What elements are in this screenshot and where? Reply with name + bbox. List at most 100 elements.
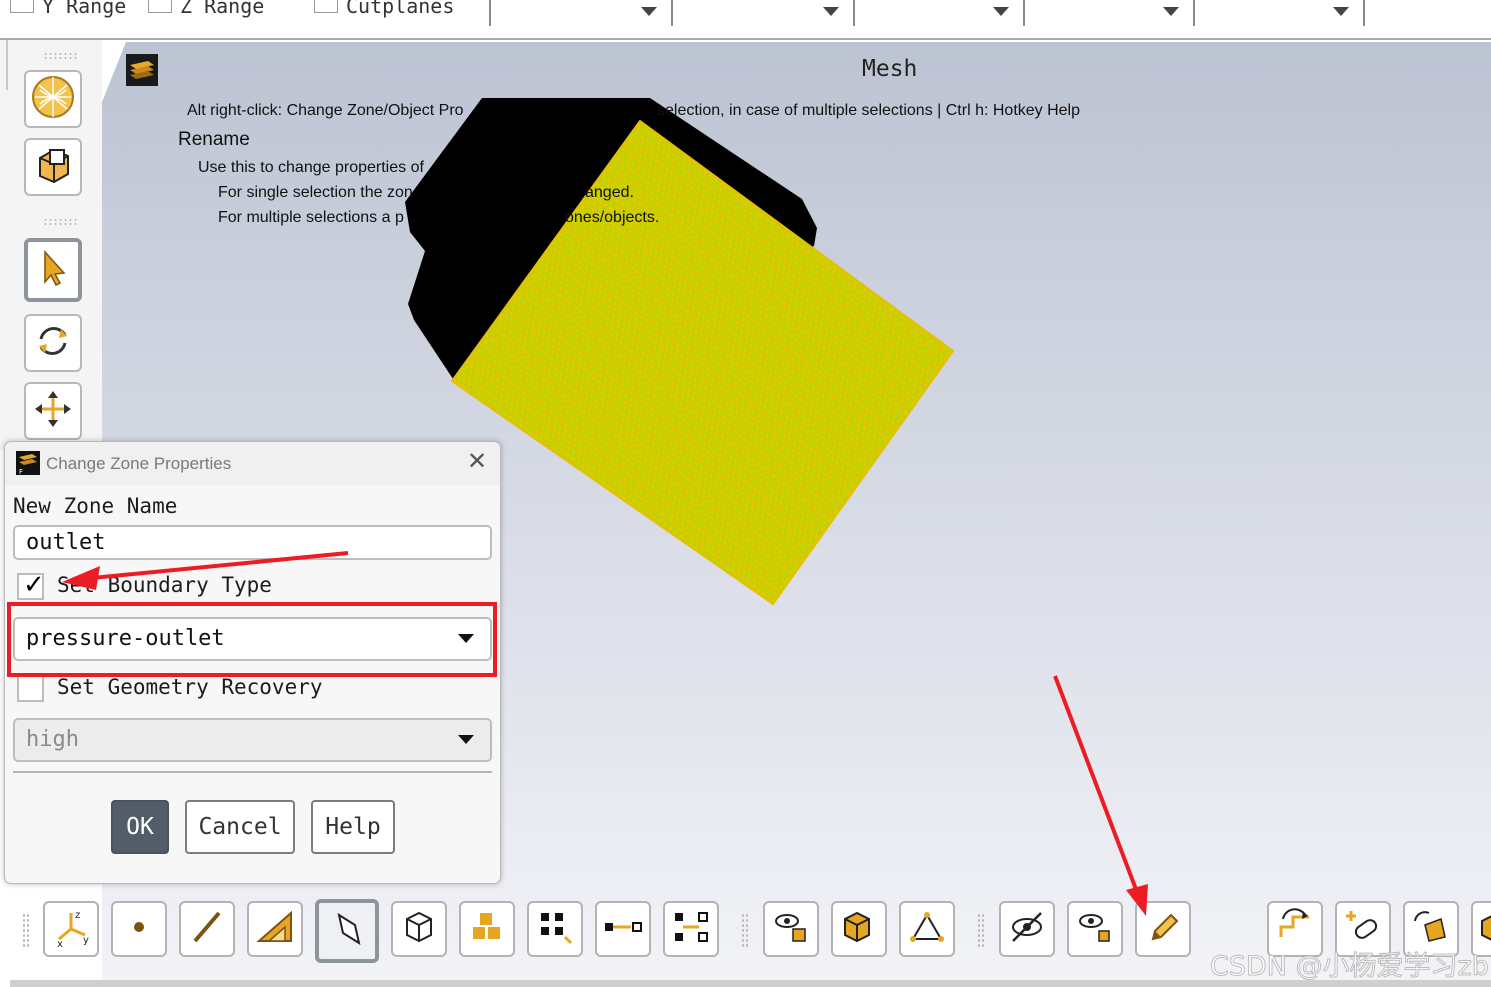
multi-cell-icon (467, 907, 507, 952)
geometry-recovery-select[interactable]: high (13, 718, 492, 762)
show-hide-icon (771, 907, 811, 952)
annotation-highlight-box (7, 602, 497, 677)
view-dropdown-1[interactable] (489, 0, 673, 26)
toolbar-grip[interactable] (741, 913, 749, 947)
axis-triad-icon: z y x (51, 907, 91, 952)
toolbar-grip[interactable] (43, 218, 77, 226)
mesh-display-button[interactable] (24, 70, 82, 128)
toolbar-edge (0, 40, 8, 90)
cutplanes-label: Cutplanes (346, 0, 455, 18)
view-dropdown-4[interactable] (1023, 0, 1195, 26)
svg-text:z: z (75, 910, 80, 921)
chevron-down-icon (993, 7, 1009, 16)
change-zone-properties-dialog: F Change Zone Properties ✕ New Zone Name… (4, 441, 501, 884)
point-select-button[interactable] (111, 901, 167, 957)
tooltip-line-1: Use this to change properties of (198, 159, 424, 176)
face-select-icon (255, 907, 295, 952)
node-select-icon (535, 907, 575, 952)
zone-select-icon (327, 909, 367, 954)
geometry-recovery-value: high (26, 727, 79, 752)
chevron-down-icon (1333, 7, 1349, 16)
select-pointer-button[interactable] (24, 238, 82, 302)
chevron-down-icon (823, 7, 839, 16)
close-icon[interactable]: ✕ (465, 450, 489, 474)
hotkey-hint-start: Alt right-click: Change Zone/Object Pro (187, 102, 464, 119)
tooltip-line-2b: anged. (585, 184, 634, 201)
toolbar-grip[interactable] (977, 913, 985, 947)
svg-text:y: y (83, 935, 89, 946)
toolbar-grip[interactable] (22, 913, 30, 947)
connect-select-icon (671, 907, 711, 952)
chevron-down-icon (641, 7, 657, 16)
cell-select-icon (399, 907, 439, 952)
checkbox-box[interactable] (10, 0, 34, 13)
left-toolbar (0, 40, 102, 450)
edge-select-icon (187, 907, 227, 952)
hide-button[interactable] (999, 901, 1055, 957)
axis-triad-button[interactable]: z y x (43, 901, 99, 957)
chevron-down-icon (1163, 7, 1179, 16)
z-range-checkbox[interactable]: Z Range (148, 0, 264, 18)
checkbox-box[interactable] (148, 0, 172, 13)
multi-cell-button[interactable] (459, 901, 515, 957)
svg-text:F: F (19, 468, 23, 475)
path-select-icon (603, 907, 643, 952)
checkbox-box[interactable] (314, 0, 338, 13)
face-select-button[interactable] (247, 901, 303, 957)
cutplanes-checkbox[interactable]: Cutplanes (314, 0, 454, 18)
chevron-down-icon (458, 735, 474, 744)
hotkey-hint-end: selection, in case of multiple selection… (657, 102, 1081, 119)
zone-select-button[interactable] (315, 899, 379, 963)
dialog-divider (13, 771, 492, 773)
view-dropdown-5[interactable] (1193, 0, 1365, 26)
mesh-sphere-icon (30, 74, 76, 125)
geometry-recovery-label: Set Geometry Recovery (57, 675, 323, 699)
edge-select-button[interactable] (179, 901, 235, 957)
point-select-icon (119, 907, 159, 952)
dialog-title: Change Zone Properties (46, 454, 232, 473)
dialog-title-bar[interactable]: F Change Zone Properties ✕ (5, 442, 500, 486)
help-button[interactable]: Help (311, 800, 395, 854)
pan-button[interactable] (24, 382, 82, 440)
top-toolbar: Y Range Z Range Cutplanes (0, 0, 1491, 40)
show-icon (1075, 907, 1115, 952)
z-range-label: Z Range (180, 0, 265, 18)
node-select-button[interactable] (527, 901, 583, 957)
pan-icon (33, 389, 73, 434)
svg-text:x: x (57, 939, 63, 947)
tooltip-heading: Rename (178, 129, 250, 150)
view-dropdown-2[interactable] (671, 0, 855, 26)
edit-properties-button[interactable] (1135, 901, 1191, 957)
tooltip-line-3a: For multiple selections a p (218, 209, 404, 226)
zone-name-label: New Zone Name (13, 494, 178, 518)
vertex-view-button[interactable] (899, 901, 955, 957)
hide-icon (1007, 907, 1047, 952)
watermark-text: CSDN @小杨爱学习zb (1210, 951, 1490, 983)
rotate-icon (33, 321, 73, 366)
object-view-icon (839, 907, 879, 952)
view-dropdown-3[interactable] (853, 0, 1025, 26)
box-view-button[interactable] (24, 138, 82, 196)
toolbar-grip[interactable] (43, 52, 77, 60)
rotate-button[interactable] (24, 314, 82, 372)
ok-button[interactable]: OK (111, 800, 169, 854)
show-button[interactable] (1067, 901, 1123, 957)
tooltip-line-3b: ones/objects. (565, 209, 660, 226)
edit-pencil-icon (1143, 907, 1183, 952)
tooltip-line-2a: For single selection the zon (218, 184, 413, 201)
vertex-view-icon (907, 907, 947, 952)
path-select-button[interactable] (595, 901, 651, 957)
select-pointer-icon (37, 249, 69, 292)
connect-select-button[interactable] (663, 901, 719, 957)
cancel-button[interactable]: Cancel (185, 800, 295, 854)
y-range-checkbox[interactable]: Y Range (10, 0, 126, 18)
checkmark-icon: ✓ (23, 570, 45, 600)
box-view-icon (32, 144, 74, 191)
show-hide-button[interactable] (763, 901, 819, 957)
y-range-label: Y Range (42, 0, 127, 18)
geometry-recovery-checkbox[interactable] (17, 675, 44, 702)
zone-name-input[interactable]: outlet (13, 525, 492, 560)
object-view-button[interactable] (831, 901, 887, 957)
boundary-type-checkbox[interactable]: ✓ (17, 570, 45, 600)
cell-select-button[interactable] (391, 901, 447, 957)
